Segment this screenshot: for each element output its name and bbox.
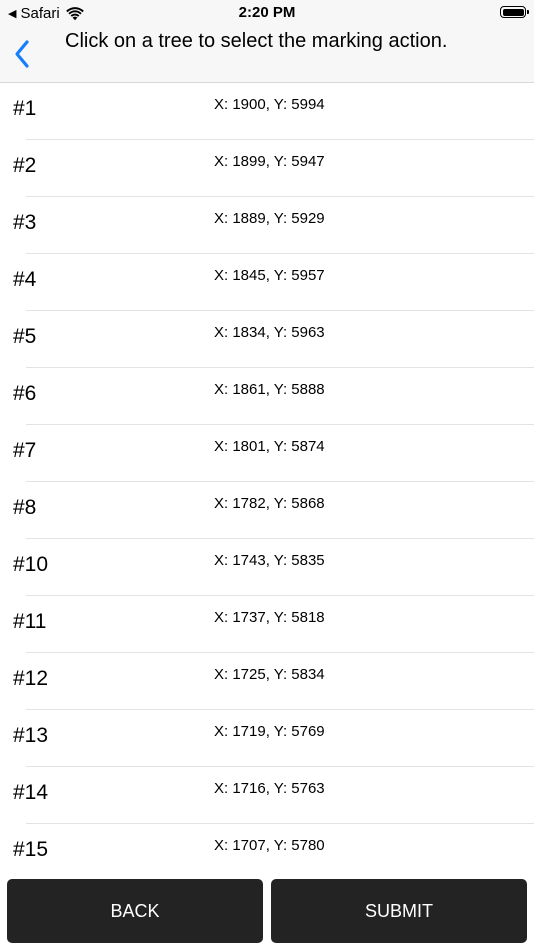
- tree-number: #10: [13, 553, 49, 576]
- tree-row[interactable]: #8 X: 1782, Y: 5868: [0, 482, 534, 539]
- tree-row[interactable]: #7 X: 1801, Y: 5874: [0, 425, 534, 482]
- tree-row[interactable]: #15 X: 1707, Y: 5780: [0, 824, 534, 868]
- tree-row[interactable]: #11 X: 1737, Y: 5818: [0, 596, 534, 653]
- tree-number: #14: [13, 781, 49, 804]
- tree-row[interactable]: #12 X: 1725, Y: 5834: [0, 653, 534, 710]
- tree-list: #1 X: 1900, Y: 5994 #2 X: 1899, Y: 5947 …: [0, 83, 534, 868]
- tree-coordinates: X: 1801, Y: 5874: [214, 438, 325, 455]
- tree-row[interactable]: #14 X: 1716, Y: 5763: [0, 767, 534, 824]
- tree-number: #11: [13, 610, 47, 633]
- tree-coordinates: X: 1725, Y: 5834: [214, 666, 325, 683]
- tree-coordinates: X: 1782, Y: 5868: [214, 495, 325, 512]
- page-title: Click on a tree to select the marking ac…: [65, 30, 448, 52]
- tree-row[interactable]: #5 X: 1834, Y: 5963: [0, 311, 534, 368]
- tree-coordinates: X: 1719, Y: 5769: [214, 723, 325, 740]
- tree-coordinates: X: 1861, Y: 5888: [214, 381, 325, 398]
- tree-number: #13: [13, 724, 49, 747]
- tree-coordinates: X: 1707, Y: 5780: [214, 837, 325, 854]
- tree-number: #5: [13, 325, 37, 348]
- tree-coordinates: X: 1889, Y: 5929: [214, 210, 325, 227]
- tree-number: #12: [13, 667, 49, 690]
- back-button[interactable]: [10, 36, 40, 72]
- tree-row[interactable]: #1 X: 1900, Y: 5994: [0, 83, 534, 140]
- tree-row[interactable]: #13 X: 1719, Y: 5769: [0, 710, 534, 767]
- tree-coordinates: X: 1899, Y: 5947: [214, 153, 325, 170]
- footer-actions: BACK SUBMIT: [0, 868, 534, 950]
- tree-coordinates: X: 1743, Y: 5835: [214, 552, 325, 569]
- tree-coordinates: X: 1737, Y: 5818: [214, 609, 325, 626]
- tree-number: #8: [13, 496, 37, 519]
- tree-coordinates: X: 1900, Y: 5994: [214, 96, 325, 113]
- tree-row[interactable]: #4 X: 1845, Y: 5957: [0, 254, 534, 311]
- tree-coordinates: X: 1834, Y: 5963: [214, 324, 325, 341]
- tree-coordinates: X: 1716, Y: 5763: [214, 780, 325, 797]
- navigation-bar: Click on a tree to select the marking ac…: [0, 28, 534, 83]
- tree-number: #2: [13, 154, 37, 177]
- tree-number: #15: [13, 838, 49, 861]
- tree-number: #7: [13, 439, 37, 462]
- tree-coordinates: X: 1845, Y: 5957: [214, 267, 325, 284]
- tree-number: #1: [13, 97, 37, 120]
- chevron-left-icon: [15, 40, 29, 68]
- tree-row[interactable]: #10 X: 1743, Y: 5835: [0, 539, 534, 596]
- status-bar: ◀ Safari 2:20 PM: [0, 0, 534, 28]
- tree-row[interactable]: #3 X: 1889, Y: 5929: [0, 197, 534, 254]
- battery-icon: [500, 6, 529, 18]
- tree-row[interactable]: #6 X: 1861, Y: 5888: [0, 368, 534, 425]
- tree-number: #3: [13, 211, 37, 234]
- back-action-button[interactable]: BACK: [7, 879, 263, 943]
- submit-button[interactable]: SUBMIT: [271, 879, 527, 943]
- tree-number: #6: [13, 382, 37, 405]
- tree-row[interactable]: #2 X: 1899, Y: 5947: [0, 140, 534, 197]
- status-time: 2:20 PM: [238, 4, 296, 21]
- tree-number: #4: [13, 268, 37, 291]
